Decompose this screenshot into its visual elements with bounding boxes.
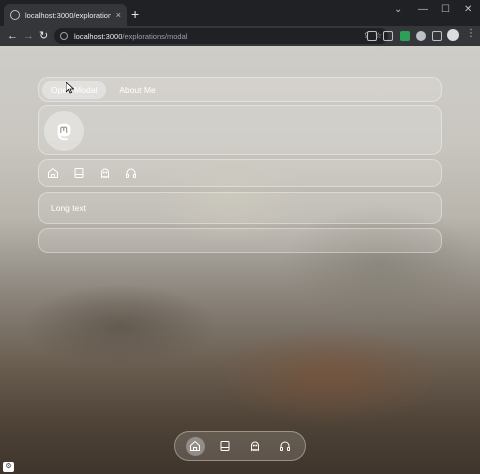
- icon-row: [38, 159, 442, 187]
- browser-toolbar: ← → ↻ localhost:3000 /explorations/modal…: [0, 26, 480, 46]
- site-info-icon[interactable]: [60, 32, 68, 40]
- tab-search-icon[interactable]: ⌄: [394, 4, 402, 15]
- extension-reader-icon[interactable]: [383, 31, 393, 41]
- long-text-label: Long text: [51, 203, 86, 213]
- profile-avatar[interactable]: [447, 29, 459, 41]
- empty-card: [38, 228, 442, 253]
- reload-icon[interactable]: ↻: [39, 28, 48, 44]
- new-tab-button[interactable]: +: [131, 7, 139, 21]
- home-icon[interactable]: [47, 167, 59, 179]
- home-icon: [190, 440, 200, 451]
- mastodon-logo-button[interactable]: [44, 111, 84, 151]
- extension-sheets-icon[interactable]: [400, 31, 410, 41]
- globe-icon: [10, 10, 20, 20]
- mastodon-icon: [57, 123, 71, 141]
- forward-icon[interactable]: →: [23, 28, 34, 44]
- long-text-card[interactable]: Long text: [38, 192, 442, 224]
- browser-menu-icon[interactable]: ⋮: [466, 28, 476, 39]
- ghost-icon[interactable]: [99, 167, 111, 179]
- devtools-badge-icon[interactable]: ⚙: [3, 462, 14, 472]
- url-host: localhost:3000: [74, 31, 123, 41]
- mouse-cursor-icon: [66, 82, 74, 94]
- tab-title: localhost:3000/explorations/mod: [25, 10, 111, 20]
- open-modal-button[interactable]: Open Modal: [42, 80, 107, 99]
- dock-ghost-button[interactable]: [246, 437, 265, 456]
- address-bar[interactable]: localhost:3000 /explorations/modal ⇪ ☆: [54, 28, 388, 44]
- browser-tab[interactable]: localhost:3000/explorations/mod ×: [4, 4, 127, 26]
- url-path: /explorations/modal: [122, 31, 188, 41]
- save-icon[interactable]: [73, 167, 85, 179]
- tab-strip: localhost:3000/explorations/mod × + ⌄ — …: [0, 0, 480, 26]
- dock-save-button[interactable]: [216, 437, 235, 456]
- minimize-button[interactable]: —: [418, 4, 428, 15]
- about-me-button[interactable]: About Me: [110, 81, 164, 99]
- dock-home-button[interactable]: [185, 436, 205, 456]
- extensions-puzzle-icon[interactable]: [416, 31, 426, 41]
- save-icon: [220, 441, 230, 451]
- bottom-dock: [174, 431, 306, 461]
- close-tab-icon[interactable]: ×: [116, 10, 121, 20]
- dock-headphones-button[interactable]: [276, 437, 295, 456]
- back-icon[interactable]: ←: [7, 28, 18, 44]
- extension-notion-icon[interactable]: [367, 31, 377, 41]
- headphones-icon[interactable]: [125, 167, 137, 179]
- close-window-button[interactable]: ✕: [464, 4, 472, 15]
- page-viewport: Open Modal About Me Long text ⚙: [0, 46, 480, 474]
- side-panel-icon[interactable]: [432, 31, 442, 41]
- headphones-icon: [280, 441, 290, 451]
- profile-card: [38, 105, 442, 155]
- top-nav-bar: Open Modal About Me: [38, 77, 442, 102]
- ghost-icon: [251, 441, 259, 452]
- maximize-button[interactable]: ☐: [441, 4, 450, 15]
